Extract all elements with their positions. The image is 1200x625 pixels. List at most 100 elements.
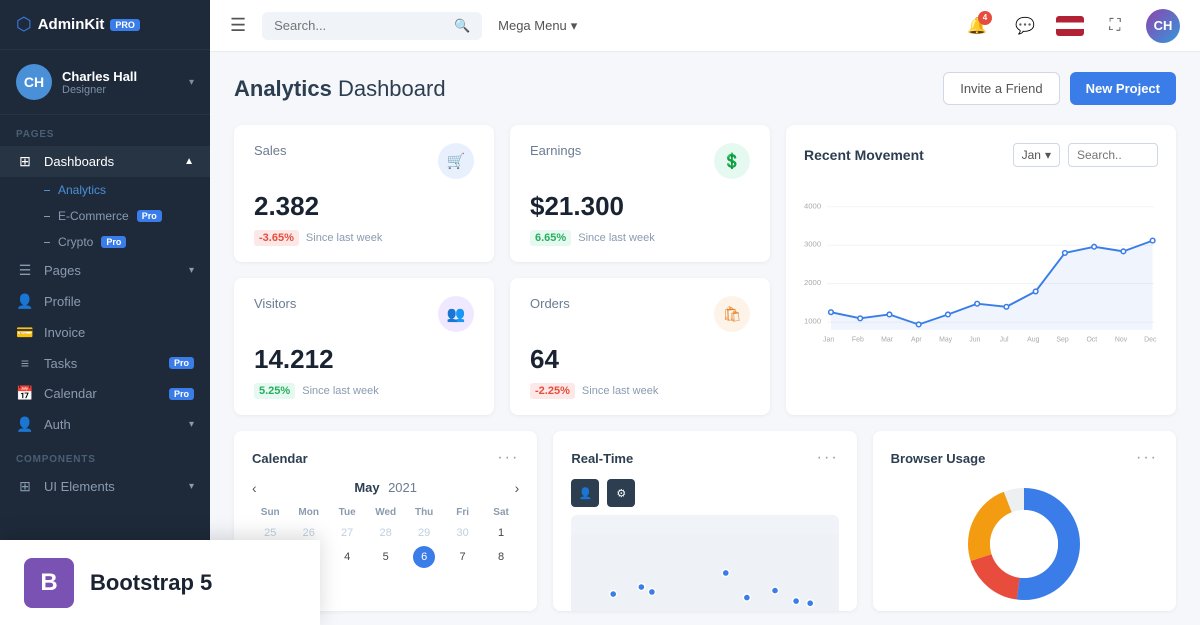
page-title: Analytics Dashboard xyxy=(234,76,446,102)
new-project-button[interactable]: New Project xyxy=(1070,72,1176,105)
calendar-day[interactable]: 7 xyxy=(452,546,474,568)
dot-icon xyxy=(44,216,50,217)
orders-change-value: -2.25% xyxy=(530,383,575,399)
sidebar-item-analytics[interactable]: Analytics xyxy=(0,177,210,203)
svg-text:Jan: Jan xyxy=(823,336,834,343)
page-title-light: Dashboard xyxy=(338,76,446,101)
sidebar-item-dashboards[interactable]: ⊞ Dashboards ▲ xyxy=(0,146,210,177)
earnings-card: Earnings 💲 $21.300 6.65% Since last week xyxy=(510,125,770,262)
chart-search-input[interactable] xyxy=(1068,143,1158,167)
header-avatar[interactable]: CH xyxy=(1146,9,1180,43)
messages-button[interactable]: 💬 xyxy=(1008,9,1042,43)
sidebar-item-ui-elements[interactable]: ⊞ UI Elements ▾ xyxy=(0,471,210,502)
earnings-since: Since last week xyxy=(578,232,654,244)
invite-friend-button[interactable]: Invite a Friend xyxy=(943,72,1059,105)
browser-usage-widget: Browser Usage ··· xyxy=(873,431,1176,611)
hamburger-icon[interactable]: ☰ xyxy=(230,15,246,36)
dashboards-label: Dashboards xyxy=(44,154,174,169)
map-svg xyxy=(571,515,838,611)
sidebar-brand[interactable]: ⬡ AdminKit PRO xyxy=(0,0,210,50)
calendar-day-today[interactable]: 6 xyxy=(413,546,435,568)
month-selector[interactable]: Jan ▾ xyxy=(1013,143,1060,167)
brand-badge: PRO xyxy=(110,19,140,31)
dot-icon xyxy=(44,242,50,243)
realtime-title: Real-Time xyxy=(571,451,633,466)
calendar-day[interactable]: 5 xyxy=(375,546,397,568)
sidebar-item-ecommerce[interactable]: E-Commerce Pro xyxy=(0,203,210,229)
browser-more-button[interactable]: ··· xyxy=(1136,449,1158,467)
earnings-change-value: 6.65% xyxy=(530,230,571,246)
sidebar-item-tasks[interactable]: ≡ Tasks Pro xyxy=(0,348,210,378)
svg-text:Feb: Feb xyxy=(852,336,864,343)
tasks-badge: Pro xyxy=(169,357,194,369)
notification-button[interactable]: 🔔 4 xyxy=(960,9,994,43)
sales-value: 2.382 xyxy=(254,191,474,222)
search-input[interactable] xyxy=(274,18,446,33)
sidebar-item-calendar[interactable]: 📅 Calendar Pro xyxy=(0,378,210,409)
chart-controls: Jan ▾ xyxy=(1013,143,1158,167)
main-area: ☰ 🔍 Mega Menu ▾ 🔔 4 💬 ⛶ CH xyxy=(210,0,1200,625)
calendar-day[interactable]: 1 xyxy=(490,522,512,544)
expand-icon: ⛶ xyxy=(1109,17,1120,35)
fullscreen-button[interactable]: ⛶ xyxy=(1098,9,1132,43)
earnings-icon: 💲 xyxy=(714,143,750,179)
realtime-more-button[interactable]: ··· xyxy=(817,449,839,467)
world-map xyxy=(571,515,838,611)
bootstrap-icon: B xyxy=(24,558,74,608)
orders-icon: 🛍 xyxy=(714,296,750,332)
header: ☰ 🔍 Mega Menu ▾ 🔔 4 💬 ⛶ CH xyxy=(210,0,1200,52)
calendar-icon: 📅 xyxy=(16,385,34,402)
calendar-more-button[interactable]: ··· xyxy=(497,449,519,467)
brand-name: AdminKit xyxy=(38,16,105,33)
sidebar-item-invoice[interactable]: 💳 Invoice xyxy=(0,317,210,348)
ui-elements-icon: ⊞ xyxy=(16,478,34,495)
calendar-day[interactable]: 27 xyxy=(336,522,358,544)
sales-change: -3.65% Since last week xyxy=(254,232,474,244)
calendar-day[interactable]: 29 xyxy=(413,522,435,544)
svg-text:Dec: Dec xyxy=(1144,336,1157,343)
calendar-day[interactable]: 4 xyxy=(336,546,358,568)
brand-icon: ⬡ xyxy=(16,14,32,35)
orders-since: Since last week xyxy=(582,385,658,397)
invoice-icon: 💳 xyxy=(16,324,34,341)
invoice-label: Invoice xyxy=(44,325,194,340)
rt-user-icon: 👤 xyxy=(571,479,599,507)
pages-label-item: Pages xyxy=(44,263,179,278)
sidebar-item-pages[interactable]: ☰ Pages ▾ xyxy=(0,255,210,286)
calendar-day[interactable]: 30 xyxy=(452,522,474,544)
bottom-row: Calendar ··· ‹ May 2021 › Sun Mon Tue We… xyxy=(234,431,1176,611)
calendar-month-label: May 2021 xyxy=(354,479,417,497)
svg-text:Jul: Jul xyxy=(1000,336,1009,343)
svg-text:Apr: Apr xyxy=(911,336,922,343)
svg-text:Aug: Aug xyxy=(1027,336,1039,343)
orders-change: -2.25% Since last week xyxy=(530,385,750,397)
user-info: Charles Hall Designer xyxy=(62,69,179,96)
avatar: CH xyxy=(16,64,52,100)
user-section[interactable]: CH Charles Hall Designer ▾ xyxy=(0,50,210,115)
user-name: Charles Hall xyxy=(62,69,179,84)
analytics-label: Analytics xyxy=(58,183,106,197)
visitors-value: 14.212 xyxy=(254,344,474,375)
sidebar-item-crypto[interactable]: Crypto Pro xyxy=(0,229,210,255)
calendar-day[interactable]: 28 xyxy=(375,522,397,544)
mega-menu-button[interactable]: Mega Menu ▾ xyxy=(498,18,577,34)
profile-label: Profile xyxy=(44,294,194,309)
visitors-since: Since last week xyxy=(302,385,378,397)
sidebar-item-auth[interactable]: 👤 Auth ▾ xyxy=(0,409,210,440)
header-icons: 🔔 4 💬 ⛶ CH xyxy=(960,9,1180,43)
language-selector[interactable] xyxy=(1056,16,1084,36)
chevron-down-icon: ▾ xyxy=(189,265,194,276)
auth-label: Auth xyxy=(44,417,179,432)
dot-icon xyxy=(44,190,50,191)
calendar-prev-button[interactable]: ‹ xyxy=(252,480,257,496)
svg-text:Mar: Mar xyxy=(881,336,894,343)
calendar-widget-title: Calendar xyxy=(252,451,308,466)
calendar-day[interactable]: 8 xyxy=(490,546,512,568)
visitors-change-value: 5.25% xyxy=(254,383,295,399)
bootstrap-overlay: B Bootstrap 5 xyxy=(0,540,320,625)
earnings-change: 6.65% Since last week xyxy=(530,232,750,244)
pages-icon: ☰ xyxy=(16,262,34,279)
sidebar-item-profile[interactable]: 👤 Profile xyxy=(0,286,210,317)
calendar-next-button[interactable]: › xyxy=(515,480,520,496)
sales-label: Sales xyxy=(254,143,287,158)
